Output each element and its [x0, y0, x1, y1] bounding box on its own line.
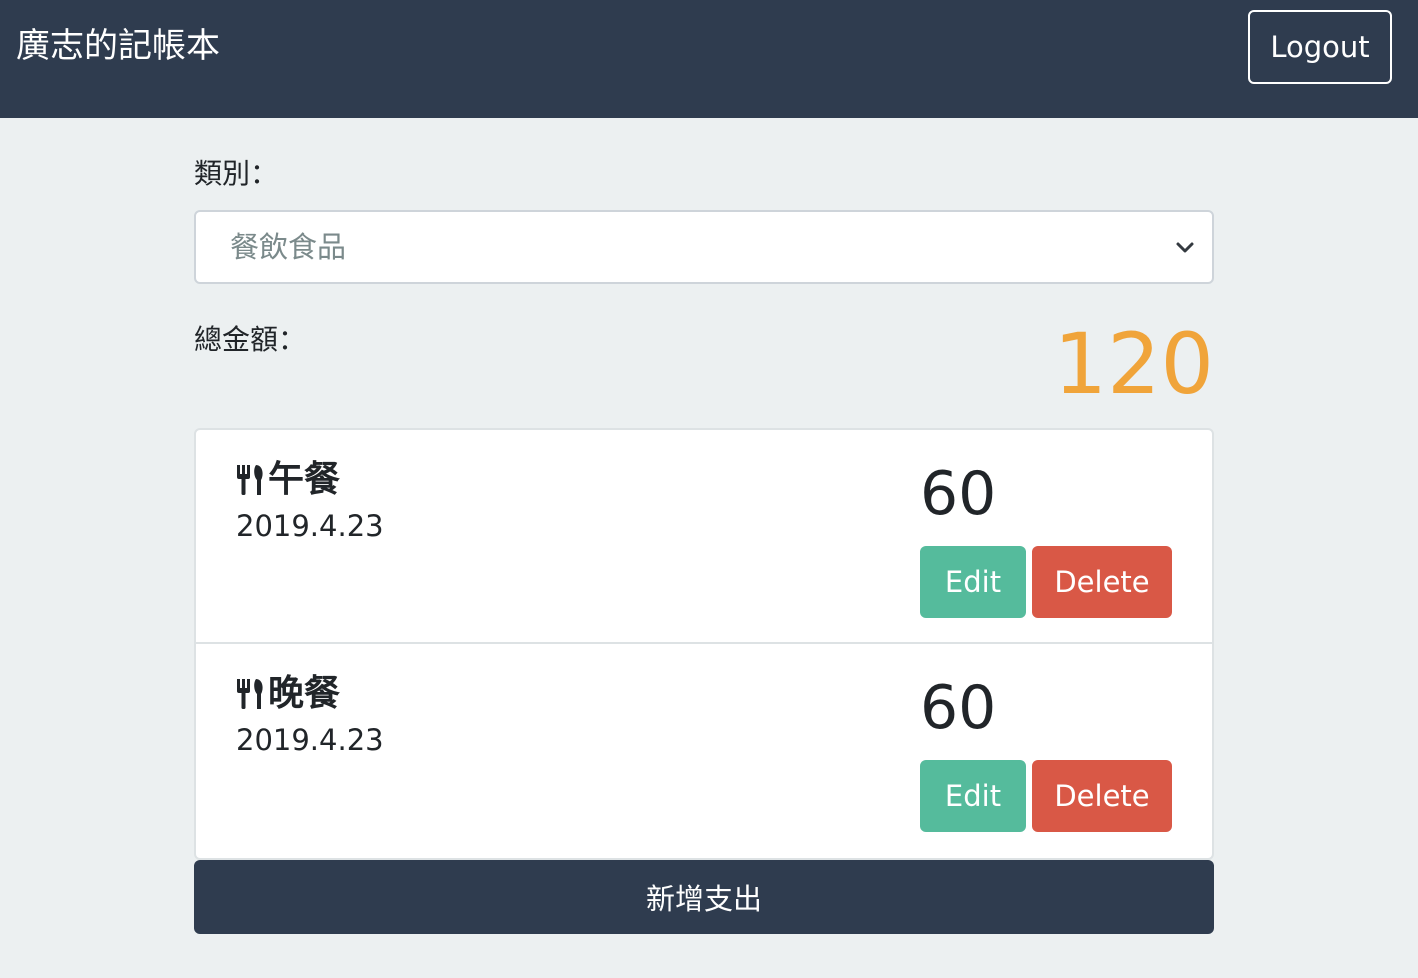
expense-item-amount: 60 [920, 459, 997, 529]
expense-list: 午餐 2019.4.23 60 Edit Delete 晚餐 2019.4.23 [194, 428, 1214, 860]
category-select[interactable]: 餐飲食品 [194, 210, 1214, 284]
utensils-icon [237, 679, 263, 709]
expense-item-name: 晚餐 [268, 673, 341, 714]
app-brand-title: 廣志的記帳本 [16, 26, 220, 66]
expense-item-amount: 60 [920, 673, 997, 743]
delete-button[interactable]: Delete [1032, 546, 1172, 618]
expense-item: 午餐 2019.4.23 60 Edit Delete [196, 430, 1212, 644]
expense-item-date: 2019.4.23 [236, 723, 384, 757]
navbar: 廣志的記帳本 Logout [0, 0, 1418, 118]
expense-item-name: 午餐 [268, 459, 341, 500]
add-expense-button[interactable]: 新增支出 [194, 860, 1214, 934]
expense-item-title: 午餐 [236, 458, 340, 502]
delete-button[interactable]: Delete [1032, 760, 1172, 832]
edit-button[interactable]: Edit [920, 760, 1026, 832]
total-amount-label: 總金額： [194, 323, 307, 356]
edit-button[interactable]: Edit [920, 546, 1026, 618]
category-selected-value: 餐飲食品 [230, 230, 347, 264]
expense-item-title: 晚餐 [236, 672, 340, 716]
expense-item: 晚餐 2019.4.23 60 Edit Delete [196, 644, 1212, 858]
expense-item-date: 2019.4.23 [236, 509, 384, 543]
utensils-icon [237, 465, 263, 495]
logout-button[interactable]: Logout [1248, 10, 1392, 84]
total-amount-value: 120 [1053, 315, 1214, 413]
chevron-down-icon [1176, 242, 1194, 253]
category-label: 類別： [194, 157, 279, 190]
